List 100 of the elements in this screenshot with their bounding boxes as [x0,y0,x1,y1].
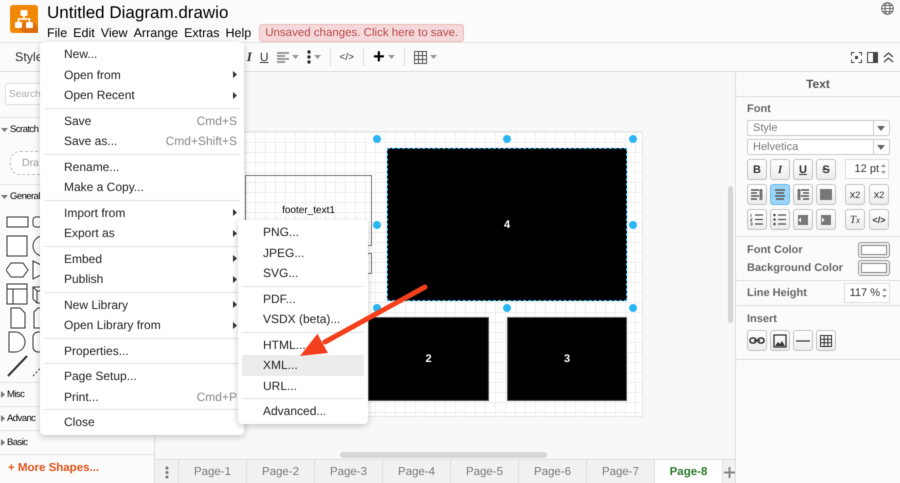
page-tab[interactable]: Page-4 [383,460,451,483]
align-center-button[interactable] [770,184,790,205]
document-title[interactable]: Untitled Diagram.drawio [47,3,464,23]
menu-item[interactable]: HTML... [242,334,364,355]
menu-item[interactable]: Open from [44,64,240,85]
menu-item[interactable]: Close [44,412,240,432]
indent-button[interactable] [816,209,836,230]
table-icon [414,50,427,64]
menu-item[interactable]: Extras [184,26,220,40]
font-size-field[interactable]: 12 pt [845,159,889,179]
more-shapes-link[interactable]: + More Shapes... [0,454,154,481]
scrollbar[interactable] [340,452,547,458]
color-swatch[interactable] [858,260,890,276]
menu-item[interactable]: XML... [242,355,364,376]
scrollbar[interactable] [728,186,733,323]
expand-arrow-icon[interactable] [1,415,5,422]
menu-item[interactable]: Embed [44,248,240,269]
justify-button[interactable] [816,184,836,205]
underline-button[interactable]: U [256,46,273,68]
style-select[interactable]: Style [747,120,890,136]
image-button[interactable] [770,330,790,351]
strike-button[interactable]: S [816,159,836,180]
vertical-dots-icon [306,50,311,64]
diagram-shape[interactable]: 4 [387,148,627,301]
menu-item[interactable]: New... [44,44,240,64]
menu-item[interactable]: Help [226,26,252,40]
menu-item[interactable]: Make a Copy... [44,177,240,198]
expand-arrow-icon[interactable] [1,439,5,446]
line-height-field[interactable]: 117 % [844,283,890,303]
resize-handle[interactable] [503,135,511,143]
page-tab[interactable]: Page-6 [519,460,587,483]
line-icon[interactable] [6,354,30,378]
page-tab[interactable]: Page-8 [655,460,723,483]
diagram-shape[interactable]: 3 [507,317,627,401]
underline-button[interactable]: U [793,159,813,180]
resize-handle[interactable] [629,220,637,228]
collapse-arrow-icon[interactable] [1,194,8,198]
html-button[interactable]: </> [869,209,889,230]
menu-item[interactable]: Page Setup... [44,366,240,386]
align-right-button[interactable] [793,184,813,205]
globe-icon[interactable] [881,2,894,15]
menu-item[interactable]: Export as [44,223,240,244]
format-panel-icon[interactable] [867,52,878,62]
menu-item[interactable]: Save as... Cmd+Shift+S [44,131,240,152]
menu-item[interactable]: SVG... [242,263,364,284]
menu-item[interactable]: Rename... [44,156,240,177]
page-menu-icon[interactable] [164,466,168,478]
collapse-arrow-icon[interactable] [1,128,8,132]
expand-arrow-icon[interactable] [1,391,5,398]
menu-item[interactable]: PDF... [242,288,364,309]
font-select[interactable]: Helvetica [747,139,890,155]
table-shape-icon[interactable] [6,282,30,306]
menu-item[interactable]: View [100,26,128,40]
menu-item[interactable]: Import from [44,202,240,223]
spinner-icon[interactable] [881,286,888,300]
menu-item[interactable]: Open Library from [44,315,240,336]
table-button[interactable] [816,330,836,351]
resize-handle[interactable] [373,220,381,228]
square-icon[interactable] [6,234,30,258]
menu-item[interactable]: Publish [44,269,240,290]
outdent-button[interactable] [793,209,813,230]
collapse-icon[interactable] [883,52,894,62]
resize-handle[interactable] [373,135,381,143]
menu-item[interactable]: New Library [44,294,240,315]
menu-item[interactable]: Print... Cmd+P [44,386,240,407]
menu-item[interactable]: Advanced... [242,401,364,422]
unsaved-notice[interactable]: Unsaved changes. Click here to save. [259,24,464,42]
justify-icon [819,188,833,202]
link-button[interactable] [747,330,767,351]
resize-handle[interactable] [629,135,637,143]
fit-icon[interactable] [851,52,862,62]
horizontal-rule-button[interactable] [793,330,813,351]
menu-item[interactable]: Arrange [134,26,178,40]
html-button[interactable]: </> [336,46,358,68]
color-swatch[interactable] [858,242,890,258]
numbered-list-button[interactable] [747,209,767,230]
menu-item[interactable]: PNG... [242,222,364,242]
diagram-shape[interactable]: 2 [368,317,489,401]
spinner-icon[interactable] [880,162,887,176]
menu-item[interactable]: Properties... [44,340,240,361]
page-tab[interactable]: Page-3 [315,460,383,483]
bold-button[interactable]: B [747,159,767,180]
bulleted-list-button[interactable] [770,209,790,230]
insert-button[interactable]: + [369,46,399,68]
page-tab[interactable]: Page-1 [179,460,247,483]
menu-item[interactable]: Save Cmd+S [44,110,240,131]
add-page-icon[interactable] [724,466,734,478]
page-tab[interactable]: Page-2 [247,460,315,483]
menu-item[interactable]: Edit [73,26,95,40]
section-title: Basic [7,437,28,448]
menu-item[interactable]: URL... [242,376,364,396]
page-tab[interactable]: Page-5 [451,460,519,483]
menu-item[interactable]: VSDX (beta)... [242,309,364,330]
italic-button[interactable]: I [770,159,790,180]
align-left-button[interactable] [747,184,767,205]
menu-item[interactable]: File [47,26,68,40]
resize-handle[interactable] [503,304,511,312]
italic-button[interactable]: I [242,46,256,68]
menu-item[interactable]: Open Recent [44,85,240,106]
resize-handle[interactable] [629,304,637,312]
